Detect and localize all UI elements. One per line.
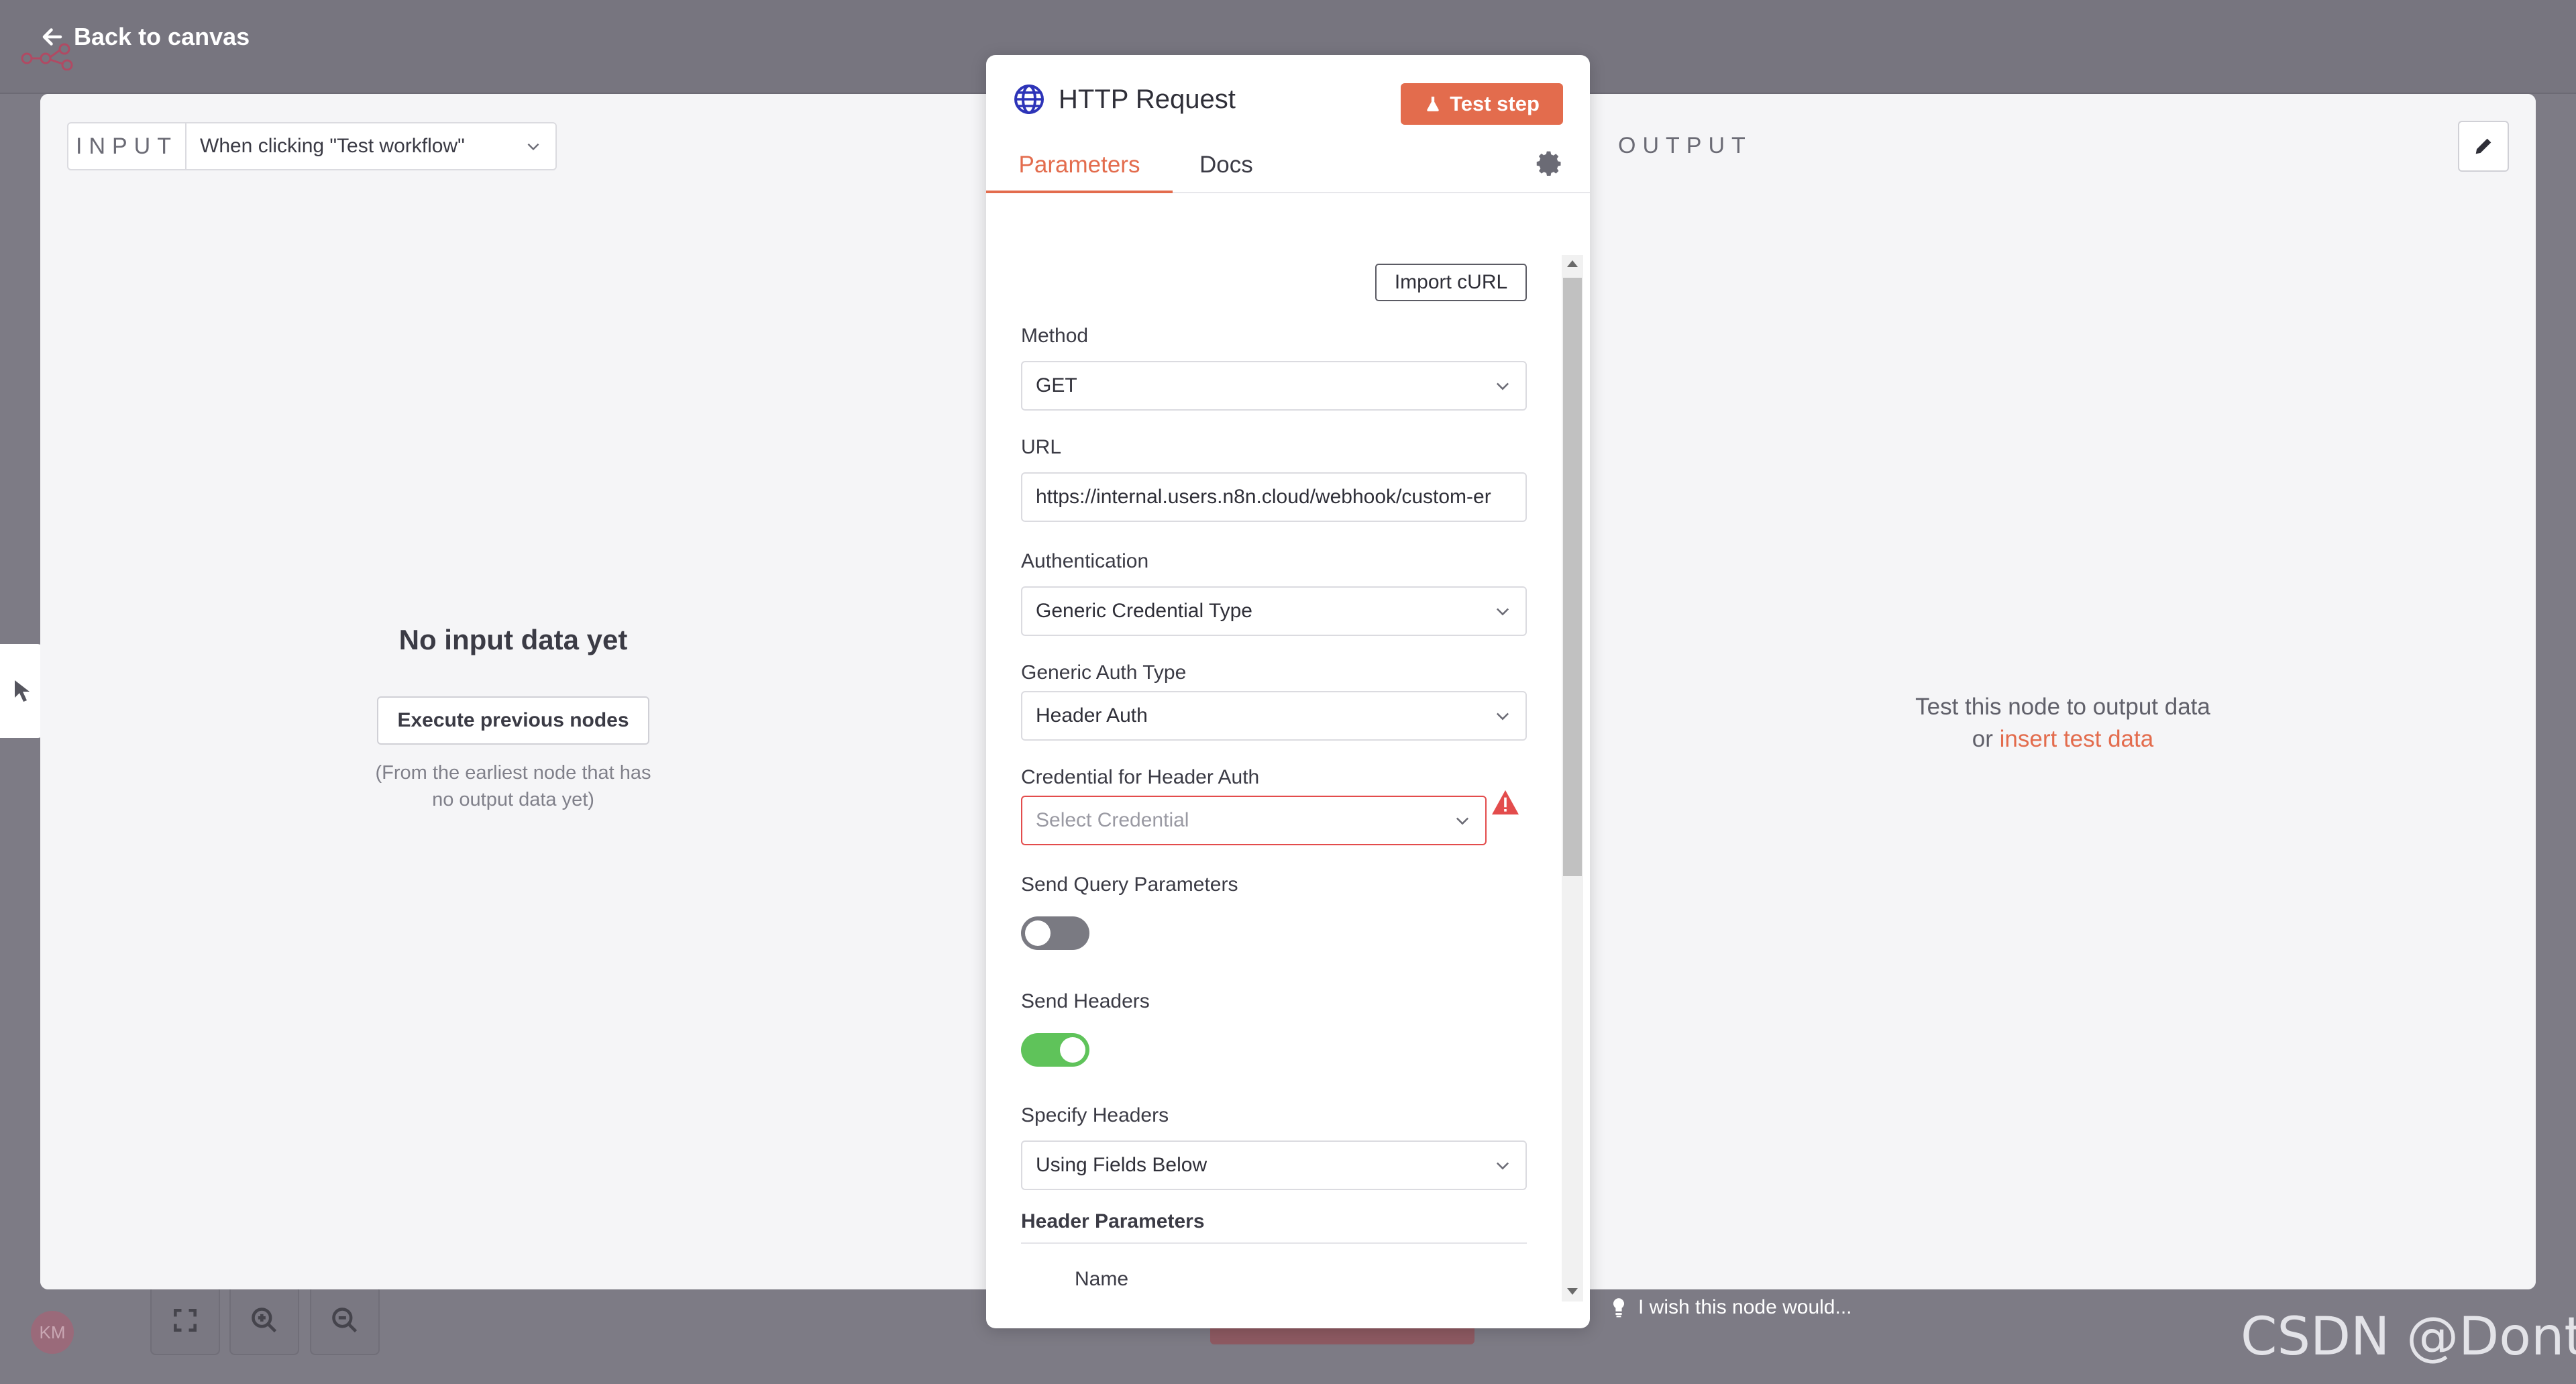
zoom-out-icon (332, 1308, 358, 1333)
node-header: HTTP Request Test step Parameters Docs (986, 55, 1590, 193)
import-curl-button[interactable]: Import cURL (1375, 264, 1527, 301)
chevron-down-icon (1496, 712, 1509, 721)
output-panel: OUTPUT Test this node to output data or … (1590, 94, 2536, 1289)
node-tabs: Parameters Docs (986, 149, 1590, 193)
avatar[interactable]: KM (31, 1311, 74, 1354)
divider (1021, 1242, 1527, 1244)
chevron-down-icon (1496, 382, 1509, 390)
send-headers-label: Send Headers (1021, 990, 1150, 1012)
url-input[interactable]: https://internal.users.n8n.cloud/webhook… (1021, 472, 1527, 522)
authentication-value: Generic Credential Type (1036, 600, 1252, 622)
specify-headers-label: Specify Headers (1021, 1104, 1169, 1126)
scroll-up-arrow[interactable] (1567, 260, 1578, 267)
back-to-canvas-label: Back to canvas (74, 23, 250, 50)
node-settings-panel: HTTP Request Test step Parameters Docs I… (986, 55, 1590, 1328)
watermark: CSDN @Dontla (2241, 1307, 2576, 1367)
gear-icon[interactable] (1535, 149, 1564, 178)
credential-label: Credential for Header Auth (1021, 766, 1260, 788)
chevron-down-icon (1496, 608, 1509, 616)
zoom-in-button[interactable] (229, 1285, 299, 1355)
scrollbar-thumb[interactable] (1563, 278, 1582, 876)
toggle-knob (1060, 1037, 1085, 1063)
generic-auth-type-value: Header Auth (1036, 704, 1148, 727)
pointer-tab[interactable] (0, 644, 44, 738)
input-panel: INPUT When clicking "Test workflow" No i… (40, 94, 986, 1289)
warning-icon (1492, 790, 1519, 815)
header-name-label: Name (1075, 1268, 1129, 1290)
node-title: HTTP Request (1013, 83, 1236, 115)
lightbulb-icon (1613, 1298, 1625, 1318)
arrow-left-icon (42, 28, 62, 46)
authentication-label: Authentication (1021, 550, 1149, 572)
send-query-label: Send Query Parameters (1021, 873, 1238, 896)
method-select[interactable]: GET (1021, 361, 1527, 411)
output-label: OUTPUT (1618, 133, 1752, 158)
feedback-link[interactable]: I wish this node would... (1610, 1296, 1852, 1319)
input-label: INPUT (68, 123, 186, 169)
no-input-title: No input data yet (398, 624, 628, 655)
credential-select[interactable]: Select Credential (1021, 796, 1487, 845)
cursor-icon (15, 680, 30, 702)
chevron-down-icon (1496, 1162, 1509, 1170)
send-query-toggle[interactable] (1021, 916, 1089, 950)
tab-docs[interactable]: Docs (1199, 149, 1253, 193)
back-to-canvas-link[interactable]: Back to canvas (40, 21, 250, 52)
generic-auth-type-label: Generic Auth Type (1021, 661, 1187, 684)
url-label: URL (1021, 436, 1062, 458)
zoom-out-button[interactable] (310, 1285, 380, 1355)
url-value: https://internal.users.n8n.cloud/webhook… (1036, 486, 1491, 508)
fullscreen-icon (174, 1309, 197, 1332)
edit-output-button[interactable] (2458, 121, 2509, 172)
insert-test-data-link[interactable]: insert test data (2000, 726, 2154, 752)
execute-hint: (From the earliest node that has no outp… (375, 762, 651, 810)
execute-previous-nodes-button[interactable]: Execute previous nodes (377, 696, 649, 745)
node-title-text[interactable]: HTTP Request (1059, 85, 1236, 115)
input-trigger-value: When clicking "Test workflow" (200, 135, 465, 157)
feedback-label: I wish this node would... (1638, 1296, 1852, 1318)
pencil-icon (2475, 138, 2491, 154)
tab-parameters[interactable]: Parameters (986, 149, 1173, 193)
authentication-select[interactable]: Generic Credential Type (1021, 586, 1527, 636)
test-step-button[interactable]: Test step (1401, 83, 1563, 125)
specify-headers-select[interactable]: Using Fields Below (1021, 1140, 1527, 1190)
output-hint: Test this node to output data or insert … (1590, 691, 2536, 755)
scrollbar[interactable] (1562, 255, 1583, 1301)
method-value: GET (1036, 374, 1077, 396)
method-label: Method (1021, 325, 1089, 347)
fit-view-button[interactable] (150, 1285, 220, 1355)
output-hint-line2: or insert test data (1590, 723, 2536, 755)
globe-icon (1014, 85, 1044, 114)
chevron-down-icon (1456, 817, 1469, 825)
chevron-down-icon (527, 143, 539, 151)
zoom-in-icon (252, 1308, 277, 1333)
send-headers-toggle[interactable] (1021, 1033, 1089, 1067)
output-hint-or: or (1972, 726, 1993, 752)
input-header: INPUT When clicking "Test workflow" (67, 122, 557, 170)
test-step-label: Test step (1450, 92, 1540, 115)
flask-icon (1427, 97, 1439, 111)
credential-placeholder: Select Credential (1036, 809, 1189, 831)
output-hint-line: Test this node to output data (1915, 694, 2210, 720)
header-parameters-label: Header Parameters (1021, 1210, 1205, 1232)
toggle-knob (1025, 920, 1051, 946)
scroll-down-arrow[interactable] (1567, 1288, 1578, 1295)
input-trigger-select[interactable]: When clicking "Test workflow" (186, 123, 555, 169)
parameters-body: Import cURL Method GET URL https://inter… (986, 196, 1590, 1301)
specify-headers-value: Using Fields Below (1036, 1154, 1208, 1176)
generic-auth-type-select[interactable]: Header Auth (1021, 691, 1527, 741)
